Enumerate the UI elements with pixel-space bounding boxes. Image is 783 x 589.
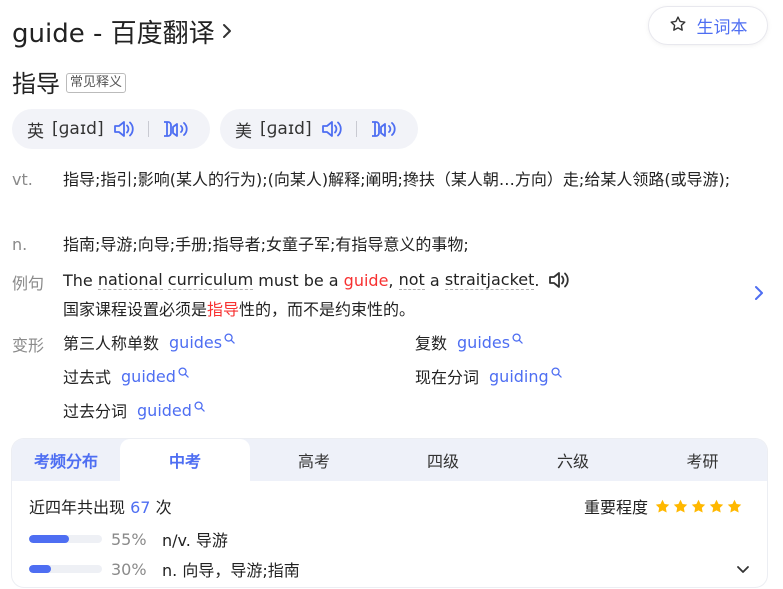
form-item: 过去分词 guided [63,397,205,423]
tab-kaoyan[interactable]: 考研 [638,439,767,481]
example-word[interactable]: straitjacket [444,270,535,290]
frequency-meaning: n. 向导，导游;指南 [162,561,300,580]
page-title[interactable]: guide - 百度翻译 [12,13,215,50]
example-word: , [388,270,394,290]
speaker-icon[interactable] [320,118,344,140]
example-english: The national curriculum must be a guide,… [63,266,571,294]
example-label: 例句 [12,274,45,293]
record-icon[interactable] [369,118,399,140]
chevron-right-icon[interactable] [753,283,765,307]
forms-label: 变形 [12,336,45,355]
form-item: 现在分词 guiding [415,363,562,389]
frequency-row: 55% n/v. 导游 [29,528,228,550]
speaker-icon[interactable] [547,269,571,291]
example-word[interactable]: curriculum [167,270,254,290]
example-word: must be a [258,270,339,290]
tab-cet4[interactable]: 四级 [378,439,508,481]
frequency-percent: 30% [111,559,147,579]
search-icon[interactable] [178,363,189,382]
stat-prefix: 近四年共出现 [29,498,126,517]
pronunciation-uk: 英 [ɡaɪd] [12,109,210,149]
definition-text: 指南;导游;向导;手册;指导者;女童子军;有指导意义的事物; [63,235,469,254]
stat-suffix: 次 [155,498,172,517]
tab-zhongkao[interactable]: 中考 [120,439,250,481]
tab-header: 考频分布 [33,452,98,471]
search-icon[interactable] [224,329,235,348]
chevron-right-icon[interactable] [221,21,233,41]
example-zh-keyword: 指导 [207,300,240,319]
example-word: . [534,270,540,290]
pronunciation-us: 美 [ɡaɪd] [220,109,418,149]
form-item: 过去式 guided [63,363,189,389]
headword: 指导 [12,70,60,98]
star-icon [673,499,688,513]
frequency-bar [29,535,102,543]
example-zh-text: 国家课程设置必须是 [63,300,208,319]
form-word-link[interactable]: guided [137,401,192,420]
star-icon [655,499,670,513]
phonetic-text: [ɡaɪd] [52,119,104,139]
search-icon[interactable] [194,397,205,416]
example-word[interactable]: national [97,270,163,290]
pronunciation-label: 美 [235,121,252,142]
example-chinese: 国家课程设置必须是指导性的，而不是约束性的。 [63,296,415,324]
search-icon[interactable] [551,363,562,382]
page-title-row[interactable]: guide - 百度翻译 [12,13,233,49]
form-word-link[interactable]: guiding [489,367,549,386]
vocab-book-button[interactable]: 生词本 [649,7,767,44]
search-icon[interactable] [512,329,523,348]
definition-text: 指导;指引;影响(某人的行为);(向某人)解释;阐明;搀扶（某人朝…方向）走;给… [63,170,731,189]
exam-tabs: 考频分布 中考 高考 四级 六级 考研 [12,439,767,481]
divider [147,121,149,137]
importance-stars [654,498,743,515]
form-word-link[interactable]: guides [169,333,222,352]
chevron-down-icon[interactable] [735,560,751,579]
star-icon [727,499,742,513]
exam-frequency-card: 考频分布 中考 高考 四级 六级 考研 近四年共出现 67 次 重要程度 55%… [12,439,767,587]
common-meaning-badge: 常见释义 [66,72,127,93]
pos-label: n. [12,235,28,254]
importance: 重要程度 [584,494,743,518]
form-kind: 现在分词 [415,368,480,387]
form-kind: 过去式 [63,368,112,387]
divider [355,121,357,137]
frequency-meaning: n/v. 导游 [162,531,228,550]
frequency-bar-fill [29,565,51,573]
star-outline-icon [669,15,687,37]
form-word-link[interactable]: guides [457,333,510,352]
frequency-bar [29,565,102,573]
example-keyword: guide [343,270,389,290]
frequency-row: 30% n. 向导，导游;指南 [29,558,300,580]
phonetic-text: [ɡaɪd] [260,119,312,139]
form-item: 复数 guides [415,329,523,355]
frequency-percent: 55% [111,529,147,549]
tab-gaokao[interactable]: 高考 [250,439,378,481]
form-item: 第三人称单数 guides [63,329,235,355]
star-icon [709,499,724,513]
importance-label: 重要程度 [584,498,649,517]
occurrence-stat: 近四年共出现 67 次 [29,494,172,518]
speaker-icon[interactable] [112,118,136,140]
vocab-book-label: 生词本 [696,18,748,38]
record-icon[interactable] [161,118,191,140]
form-word-link[interactable]: guided [121,367,176,386]
word-heading: 指导 常见释义 [12,64,127,99]
example-word: The [63,270,93,290]
example-zh-text: 性的，而不是约束性的。 [239,300,416,319]
pos-label: vt. [12,170,33,189]
tab-cet6[interactable]: 六级 [508,439,638,481]
form-kind: 复数 [415,334,448,353]
frequency-bar-fill [29,535,70,543]
example-word[interactable]: not [398,270,425,290]
stat-count: 67 [130,498,151,517]
example-word: a [429,270,440,290]
form-kind: 第三人称单数 [63,334,160,353]
pronunciation-label: 英 [27,121,44,142]
star-icon [691,499,706,513]
form-kind: 过去分词 [63,402,128,421]
